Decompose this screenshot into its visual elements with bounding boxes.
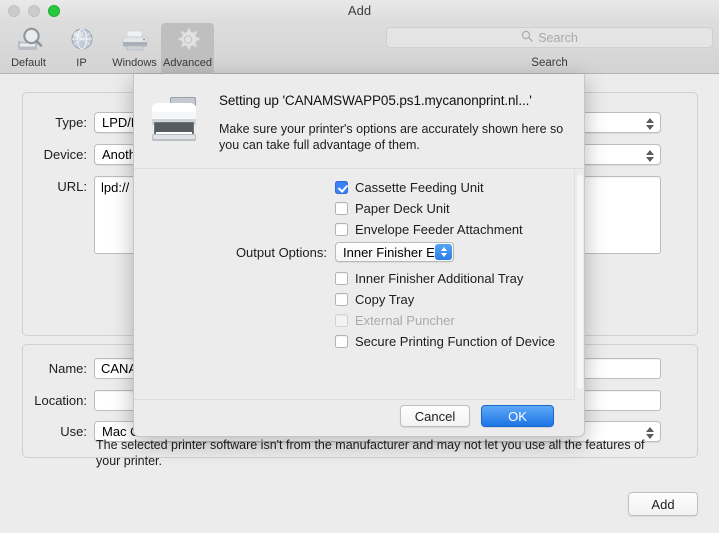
option-row-secure-printing-function-of-device[interactable]: Secure Printing Function of Device: [134, 331, 574, 351]
toolbar-item-windows-label: Windows: [112, 57, 157, 69]
printer-icon: [144, 91, 206, 147]
name-label: Name:: [48, 361, 87, 376]
toolbar-item-ip[interactable]: IP: [55, 23, 108, 74]
checkbox-cassette-feeding-unit[interactable]: [335, 180, 348, 194]
options-list: Cassette Feeding Unit Paper Deck Unit En…: [134, 169, 574, 401]
windows-printer-icon: [119, 26, 151, 56]
default-printer-icon: [13, 26, 45, 56]
scrollbar-thumb[interactable]: [577, 175, 583, 389]
option-label-secure-printing-function-of-device: Secure Printing Function of Device: [355, 333, 556, 349]
device-label: Device:: [43, 147, 87, 162]
toolbar: Default IP Windows Advanced Search Searc…: [0, 23, 719, 74]
use-label: Use:: [60, 424, 87, 439]
checkbox-external-puncher: [335, 313, 348, 327]
toolbar-item-default-label: Default: [11, 57, 46, 69]
sheet-footer: Cancel OK: [134, 399, 584, 436]
url-label: URL:: [57, 179, 87, 194]
device-stepper-icon: [645, 147, 655, 164]
option-label-cassette-feeding-unit: Cassette Feeding Unit: [355, 179, 484, 195]
titlebar: Add: [0, 0, 719, 23]
option-row-paper-deck-unit[interactable]: Paper Deck Unit: [134, 198, 574, 218]
chevron-updown-icon: [435, 244, 452, 260]
sheet-subtitle: Make sure your printer's options are acc…: [219, 122, 564, 152]
type-label: Type:: [55, 115, 87, 130]
option-row-external-puncher: External Puncher: [134, 310, 574, 330]
checkbox-envelope-feeder-attachment[interactable]: [335, 222, 348, 236]
sheet-header: Setting up 'CANAMSWAPP05.ps1.mycanonprin…: [134, 74, 584, 164]
options-scrollbar[interactable]: [574, 169, 584, 401]
printer-options-sheet: Setting up 'CANAMSWAPP05.ps1.mycanonprin…: [133, 74, 585, 437]
output-options-value: Inner Finisher E1: [343, 244, 442, 260]
toolbar-item-ip-label: IP: [76, 57, 87, 69]
option-row-inner-finisher-additional-tray[interactable]: Inner Finisher Additional Tray: [134, 268, 574, 288]
output-options-label: Output Options:: [235, 244, 327, 260]
toolbar-item-advanced-label: Advanced: [163, 57, 212, 69]
option-row-output-options[interactable]: Output Options: Inner Finisher E1: [134, 241, 574, 263]
ok-button[interactable]: OK: [481, 405, 554, 427]
toolbar-item-windows[interactable]: Windows: [108, 23, 161, 74]
cancel-button[interactable]: Cancel: [400, 405, 470, 427]
sheet-title: Setting up 'CANAMSWAPP05.ps1.mycanonprin…: [219, 93, 532, 108]
toolbar-item-default[interactable]: Default: [2, 23, 55, 74]
software-warning-text: The selected printer software isn't from…: [96, 438, 645, 468]
option-row-cassette-feeding-unit[interactable]: Cassette Feeding Unit: [134, 177, 574, 197]
option-label-envelope-feeder-attachment: Envelope Feeder Attachment: [355, 221, 523, 237]
add-printer-window: Add Default IP Windows Advanced Search S…: [0, 0, 719, 533]
checkbox-copy-tray[interactable]: [335, 292, 348, 306]
location-label: Location:: [34, 393, 87, 408]
checkbox-inner-finisher-additional-tray[interactable]: [335, 271, 348, 285]
option-row-copy-tray[interactable]: Copy Tray: [134, 289, 574, 309]
option-label-inner-finisher-additional-tray: Inner Finisher Additional Tray: [355, 270, 524, 286]
gear-icon: [172, 26, 204, 56]
search-input[interactable]: Search: [538, 31, 578, 45]
option-row-envelope-feeder-attachment[interactable]: Envelope Feeder Attachment: [134, 219, 574, 239]
option-label-external-puncher: External Puncher: [355, 312, 455, 328]
ip-globe-icon: [66, 26, 98, 56]
search-area: Search Search: [386, 27, 713, 69]
option-label-copy-tray: Copy Tray: [355, 291, 415, 307]
checkbox-paper-deck-unit[interactable]: [335, 201, 348, 215]
window-title: Add: [347, 3, 372, 18]
toolbar-item-advanced[interactable]: Advanced: [161, 23, 214, 74]
checkbox-secure-printing-function-of-device[interactable]: [335, 334, 348, 348]
search-field[interactable]: Search: [386, 27, 713, 48]
type-stepper-icon: [645, 115, 655, 132]
search-caption: Search: [531, 57, 568, 69]
option-label-paper-deck-unit: Paper Deck Unit: [355, 200, 450, 216]
search-icon: [521, 29, 533, 47]
add-button[interactable]: Add: [628, 492, 698, 516]
output-options-popup[interactable]: Inner Finisher E1: [335, 242, 454, 262]
toolbar-tabs: Default IP Windows Advanced: [2, 23, 214, 74]
options-scroll-area: Cassette Feeding Unit Paper Deck Unit En…: [134, 168, 584, 401]
